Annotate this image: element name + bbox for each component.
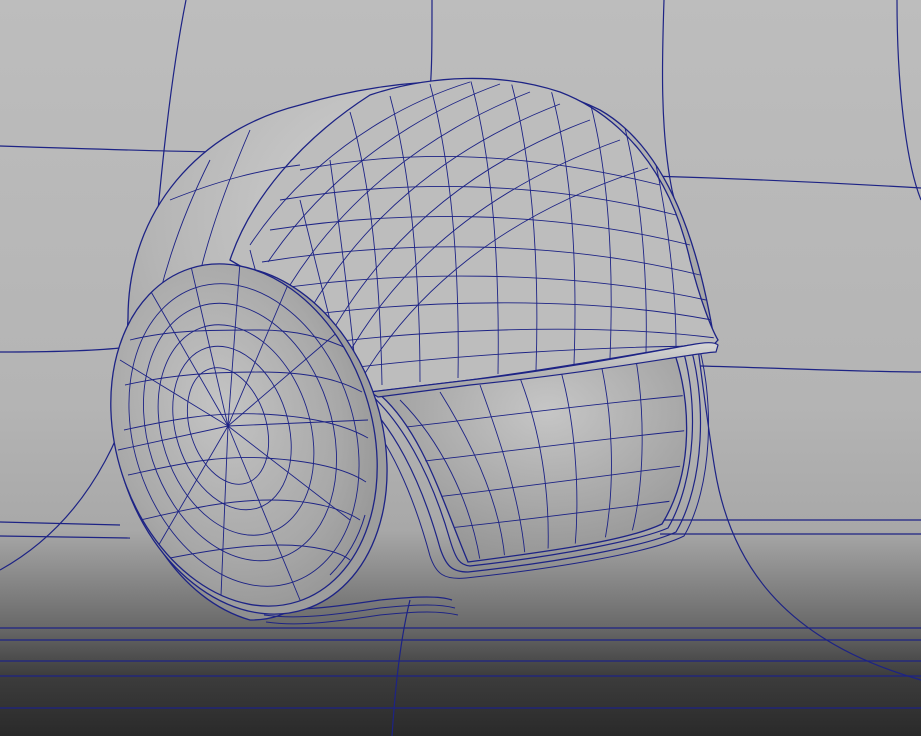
viewport-canvas[interactable] (0, 0, 921, 736)
3d-viewport[interactable] (0, 0, 921, 736)
